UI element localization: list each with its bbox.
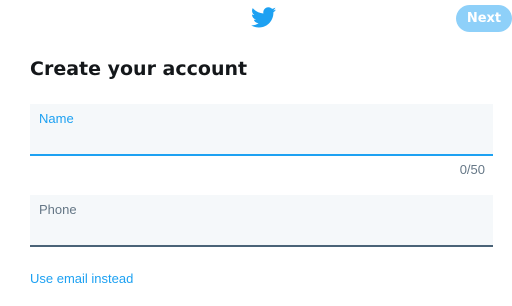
name-input[interactable] — [39, 130, 479, 150]
phone-input[interactable] — [39, 221, 479, 241]
name-field[interactable]: Name — [30, 104, 493, 156]
phone-field[interactable]: Phone — [30, 195, 493, 247]
use-email-instead-link[interactable]: Use email instead — [30, 271, 133, 286]
name-character-counter: 0/50 — [459, 162, 485, 177]
next-button[interactable]: Next — [456, 5, 512, 32]
name-field-label: Name — [39, 111, 74, 126]
page-title: Create your account — [30, 58, 248, 80]
twitter-bird-icon — [251, 7, 276, 28]
phone-field-label: Phone — [39, 202, 77, 217]
